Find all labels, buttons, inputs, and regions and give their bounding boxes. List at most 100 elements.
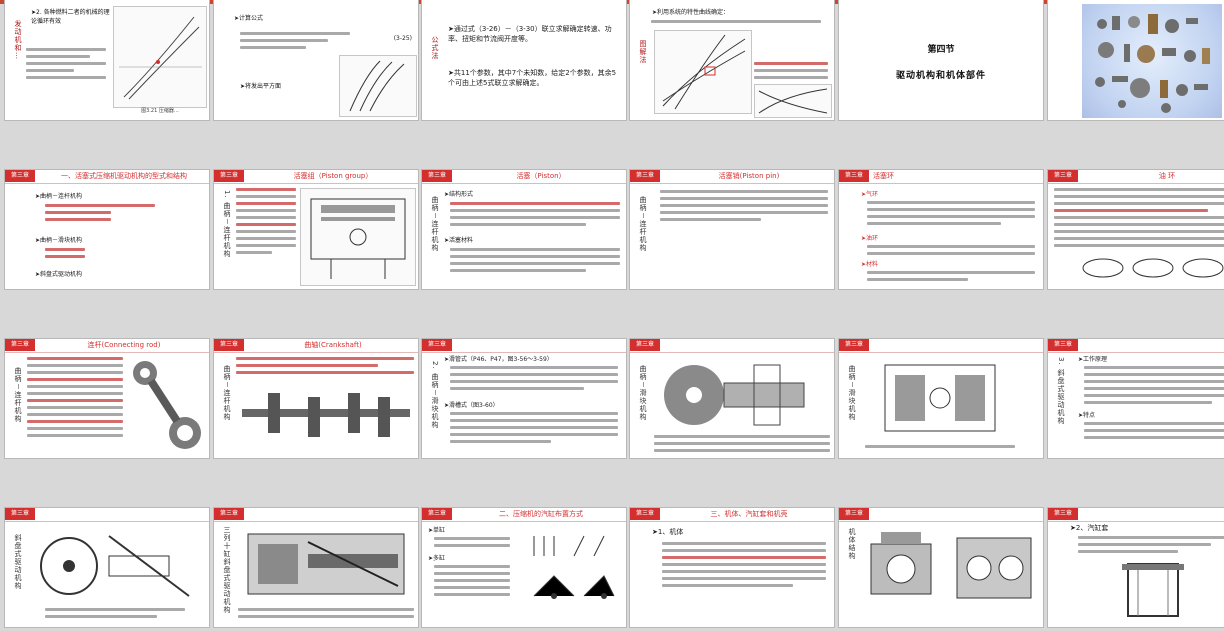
slide-side-label: 曲柄－连杆机构 bbox=[639, 196, 647, 252]
slide-title: 曲轴(Crankshaft) bbox=[304, 341, 362, 349]
slide-side-label: 三列十缸斜盘式驱动机构 bbox=[223, 526, 231, 614]
slide-title: 油 环 bbox=[1158, 172, 1176, 180]
slide-thumbnail[interactable]: 第三章 曲轴(Crankshaft) 曲柄－连杆机构 bbox=[213, 338, 419, 459]
slide-thumbnail[interactable]: 第三章 活塞（Piston） 曲柄－连杆机构 ➤结构形式 ➤活塞材料 bbox=[421, 169, 627, 290]
slide-side-label: 斜盘式驱动机构 bbox=[14, 534, 22, 590]
slide-side-label: 曲柄－连杆机构 bbox=[431, 196, 439, 252]
bullet: ➤工作原理 bbox=[1078, 356, 1108, 363]
slide-thumbnail[interactable]: 图解法 ➤利用系统的特性曲线确定： bbox=[629, 0, 835, 121]
slide-title: 二、压缩机的汽缸布置方式 bbox=[499, 510, 583, 518]
bullet: ➤2、汽缸套 bbox=[1070, 524, 1109, 532]
slide-side-label: 2. 曲柄－滑块机构 bbox=[431, 361, 439, 429]
slide-thumbnail[interactable]: 第三章 三列十缸斜盘式驱动机构 bbox=[213, 507, 419, 628]
slide-thumbnail[interactable]: 第三章 曲柄－滑块机构 bbox=[838, 338, 1044, 459]
piston-drawing bbox=[300, 188, 416, 286]
slide-thumbnail[interactable]: 第三章 油 环 bbox=[1047, 169, 1224, 290]
slide-thumbnail[interactable]: 第三章 一、活塞式压缩机驱动机构的型式和结构 ➤曲柄－连杆机构 ➤曲柄－滑块机构 … bbox=[4, 169, 210, 290]
bullet: ➤油环 bbox=[861, 235, 879, 242]
slide-figure bbox=[754, 84, 832, 118]
chapter-tag: 第三章 bbox=[1048, 170, 1078, 182]
chapter-tag: 第三章 bbox=[214, 508, 244, 520]
slide-title: 活塞销(Piston pin) bbox=[718, 172, 780, 180]
slide-title: 连杆(Connecting rod) bbox=[87, 341, 161, 349]
block-drawing-right bbox=[949, 524, 1039, 614]
slide-title: 三、机体、汽缸套和机壳 bbox=[710, 510, 788, 518]
slide-thumbnail[interactable]: 第四节 驱动机构和机体部件 bbox=[838, 0, 1044, 121]
slide-thumbnail[interactable]: 第三章 连杆(Connecting rod) 曲柄－连杆机构 bbox=[4, 338, 210, 459]
chapter-tag: 第三章 bbox=[1048, 508, 1078, 520]
slide-side-label: 发动机和… bbox=[14, 20, 22, 60]
chapter-tag: 第三章 bbox=[630, 508, 660, 520]
chapter-tag: 第三章 bbox=[839, 508, 869, 520]
compressor-section-drawing bbox=[865, 355, 1015, 441]
slider-mechanism-drawing bbox=[654, 355, 830, 431]
bullet: ➤滑槽式（图3-60） bbox=[444, 402, 499, 409]
slide-thumbnail[interactable] bbox=[1047, 0, 1224, 121]
slide-title: 一、活塞式压缩机驱动机构的型式和结构 bbox=[61, 172, 187, 180]
cylinder-liner-drawing bbox=[1098, 560, 1208, 620]
slide-side-label: 曲柄－连杆机构 bbox=[223, 365, 231, 421]
chapter-tag: 第三章 bbox=[839, 339, 869, 351]
slide-side-label: 1. 曲柄－连杆机构 bbox=[223, 190, 231, 258]
slide-thumbnail[interactable]: ➤计算公式 (3-25) ➤将发出平方面 bbox=[213, 0, 419, 121]
slide-thumbnail[interactable]: 第三章 3. 斜盘式驱动机构 ➤工作原理 ➤特点 bbox=[1047, 338, 1224, 459]
bullet: ➤活塞材料 bbox=[444, 237, 474, 244]
bullet: ➤单缸 bbox=[428, 527, 446, 534]
block-drawing-left bbox=[861, 524, 941, 614]
bullet: ➤曲柄－滑块机构 bbox=[35, 237, 83, 244]
slide-thumbnail[interactable]: 第三章 斜盘式驱动机构 bbox=[4, 507, 210, 628]
cylinder-layout-diagram bbox=[514, 526, 622, 622]
figure-caption: 图3.21 压缩器… bbox=[141, 108, 179, 114]
slide-figure bbox=[654, 30, 752, 114]
chapter-tag: 第三章 bbox=[5, 170, 35, 182]
formula-number: (3-25) bbox=[393, 35, 412, 42]
slide-side-label: 机体结构 bbox=[848, 528, 856, 560]
slide-title: 活塞组（Piston group） bbox=[293, 172, 373, 180]
oil-ring-drawing bbox=[1078, 252, 1224, 284]
chapter-tag: 第三章 bbox=[422, 339, 452, 351]
slide-heading: ➤计算公式 bbox=[234, 15, 264, 22]
slide-thumbnail[interactable]: 第三章 二、压缩机的汽缸布置方式 ➤单缸 ➤多缸 bbox=[421, 507, 627, 628]
bullet: ➤斜盘式驱动机构 bbox=[35, 271, 83, 278]
slide-sorter-grid: 发动机和… ➤2. 各种燃料二者的机械的理论循环有效 图3.21 压缩器… ➤计… bbox=[0, 0, 1224, 631]
bullet: ➤气环 bbox=[861, 191, 879, 198]
slide-thumbnail[interactable]: 第三章 活塞环 ➤气环 ➤油环 ➤材料 bbox=[838, 169, 1044, 290]
chapter-tag: 第三章 bbox=[839, 170, 869, 182]
slide-text: ➤通过式（3-26）－（3-30）联立求解确定转速、功率、扭矩和节流阀开度等。 bbox=[448, 25, 612, 43]
slide-text: ➤共11个参数，其中7个未知数，给定2个参数，其余5个可由上述5式联立求解确定。 bbox=[448, 69, 617, 87]
slide-thumbnail[interactable]: 第三章 曲柄－滑块机构 bbox=[629, 338, 835, 459]
chapter-tag: 第三章 bbox=[214, 339, 244, 351]
chapter-tag: 第三章 bbox=[630, 339, 660, 351]
bullet: ➤滑管式（P46、P47，图3-56～3-59） bbox=[444, 356, 553, 363]
slide-side-label: 公式法 bbox=[431, 36, 439, 60]
bullet: ➤多缸 bbox=[428, 555, 446, 562]
bullet: ➤曲柄－连杆机构 bbox=[35, 193, 83, 200]
slide-thumbnail[interactable]: 第三章 机体结构 bbox=[838, 507, 1044, 628]
chapter-tag: 第三章 bbox=[214, 170, 244, 182]
slide-side-label: 曲柄－连杆机构 bbox=[14, 367, 22, 423]
slide-side-label: 曲柄－滑块机构 bbox=[848, 365, 856, 421]
bullet: ➤1、机体 bbox=[652, 528, 684, 536]
chapter-tag: 第三章 bbox=[5, 339, 35, 351]
bullet: ➤材料 bbox=[861, 261, 879, 268]
slide-thumbnail[interactable]: 第三章 ➤2、汽缸套 bbox=[1047, 507, 1224, 628]
chapter-tag: 第三章 bbox=[630, 170, 660, 182]
slide-thumbnail[interactable]: 公式法 ➤通过式（3-26）－（3-30）联立求解确定转速、功率、扭矩和节流阀开… bbox=[421, 0, 627, 121]
slide-thumbnail[interactable]: 第三章 活塞销(Piston pin) 曲柄－连杆机构 bbox=[629, 169, 835, 290]
slide-title: 活塞（Piston） bbox=[516, 172, 566, 180]
chapter-tag: 第三章 bbox=[5, 508, 35, 520]
slide-side-label: 曲柄－滑块机构 bbox=[639, 365, 647, 421]
ten-cylinder-drawing bbox=[238, 524, 414, 604]
compressor-parts-photo bbox=[1082, 4, 1222, 118]
slide-side-label: 图解法 bbox=[639, 40, 647, 64]
chapter-tag: 第三章 bbox=[422, 508, 452, 520]
slide-thumbnail[interactable]: 第三章 2. 曲柄－滑块机构 ➤滑管式（P46、P47，图3-56～3-59） … bbox=[421, 338, 627, 459]
crankshaft-drawing bbox=[238, 383, 414, 447]
slide-title: 活塞环 bbox=[873, 172, 894, 180]
slide-thumbnail[interactable]: 第三章 活塞组（Piston group） 1. 曲柄－连杆机构 bbox=[213, 169, 419, 290]
slide-thumbnail[interactable]: 发动机和… ➤2. 各种燃料二者的机械的理论循环有效 图3.21 压缩器… bbox=[4, 0, 210, 121]
chapter-tag: 第三章 bbox=[1048, 339, 1078, 351]
bullet: ➤结构形式 bbox=[444, 191, 474, 198]
bullet: ➤特点 bbox=[1078, 412, 1096, 419]
slide-thumbnail[interactable]: 第三章 三、机体、汽缸套和机壳 ➤1、机体 bbox=[629, 507, 835, 628]
